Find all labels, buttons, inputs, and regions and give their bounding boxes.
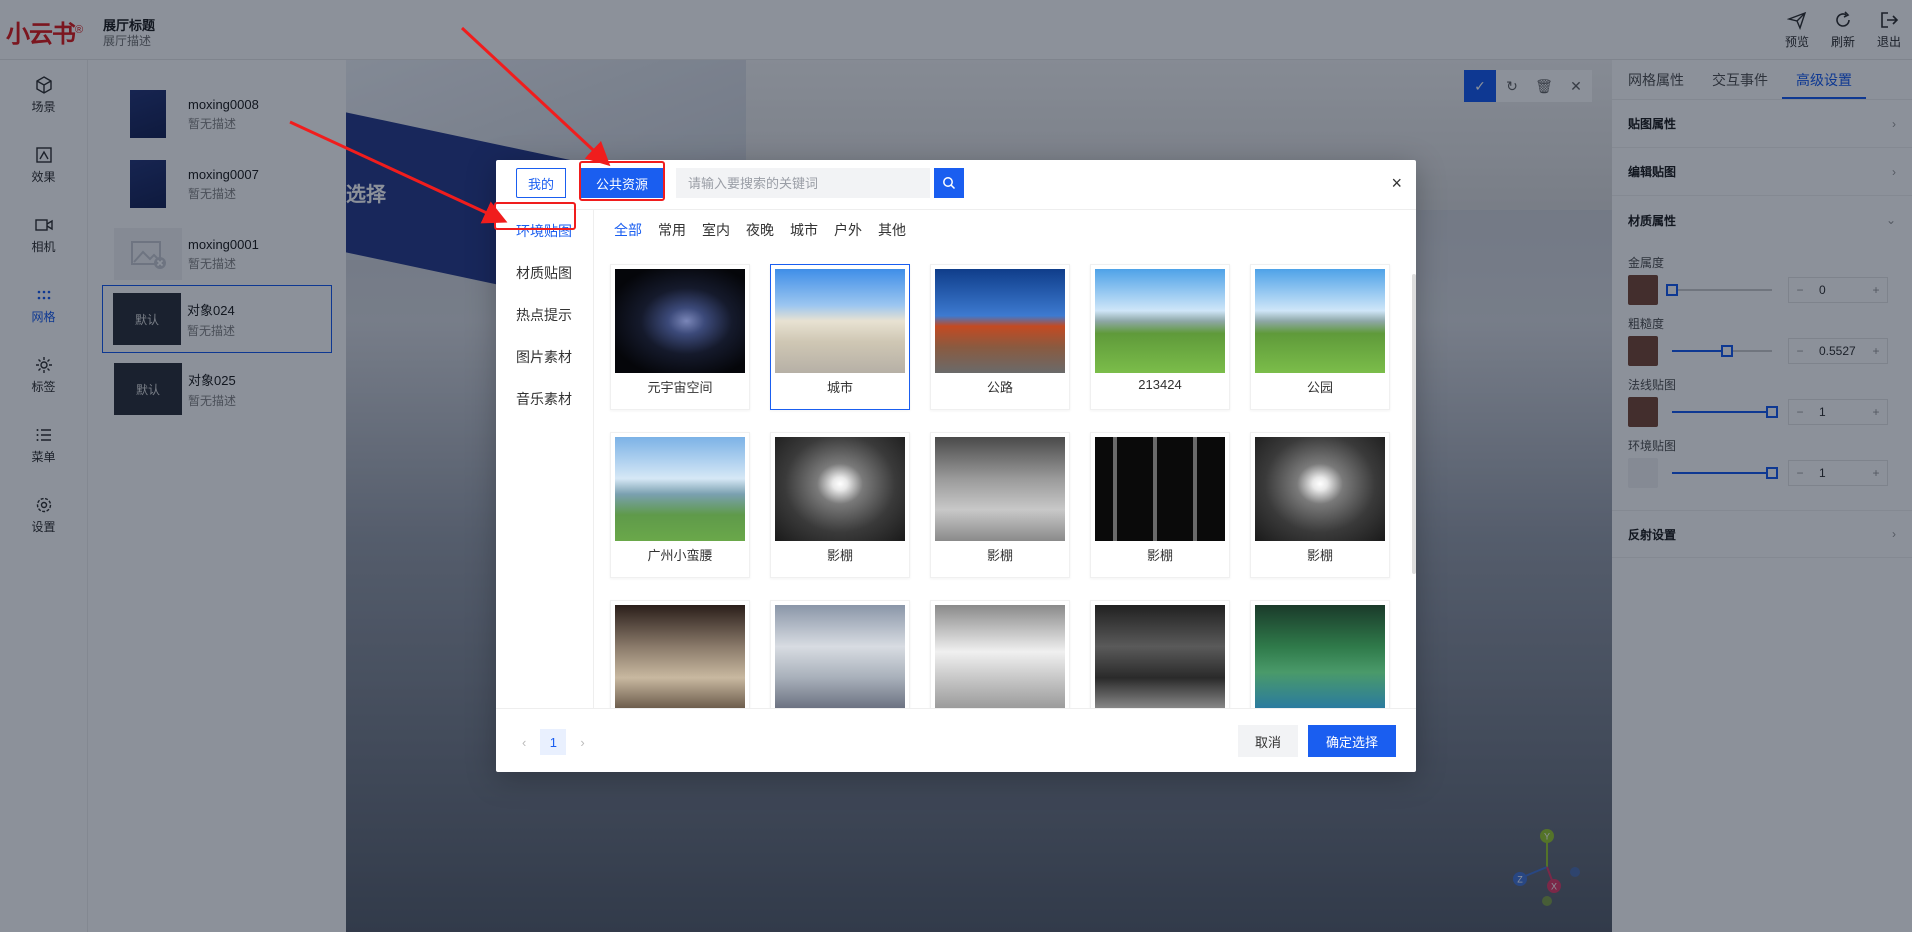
resource-name: 广州小蛮腰: [647, 548, 713, 563]
filter-bar: 全部 常用 室内 夜晚 城市 户外 其他: [614, 220, 906, 240]
resource-thumbnail: [1095, 605, 1225, 708]
page-1[interactable]: 1: [540, 729, 567, 755]
resource-thumbnail: [935, 605, 1065, 708]
category-sidebar: 环境贴图 材质贴图 热点提示 图片素材 音乐素材: [496, 210, 594, 708]
resource-thumbnail: [615, 437, 745, 541]
resource-card[interactable]: 公路: [930, 264, 1070, 410]
resource-name: 公路: [986, 380, 1013, 395]
search-button[interactable]: [934, 168, 964, 198]
resource-card[interactable]: 城市: [770, 264, 910, 410]
resource-card[interactable]: [1250, 600, 1390, 708]
resource-card[interactable]: 影棚: [930, 432, 1070, 578]
resource-thumbnail: [775, 605, 905, 708]
scrollbar[interactable]: [1412, 274, 1416, 574]
filter-all[interactable]: 全部: [614, 220, 642, 240]
resource-card[interactable]: [930, 600, 1070, 708]
resource-card[interactable]: 影棚: [1090, 432, 1230, 578]
dialog-header: 我的 公共资源 ×: [496, 160, 1416, 210]
resource-thumbnail: [1095, 269, 1225, 373]
resource-name: 213424: [1138, 377, 1182, 392]
resource-card[interactable]: [610, 600, 750, 708]
confirm-select-button[interactable]: 确定选择: [1308, 725, 1396, 757]
category-image[interactable]: 图片素材: [496, 336, 593, 378]
pagination: ‹ 1 ›: [522, 729, 585, 755]
search-icon: [943, 177, 956, 190]
resource-card[interactable]: [770, 600, 910, 708]
filter-night[interactable]: 夜晚: [746, 220, 774, 240]
category-music[interactable]: 音乐素材: [496, 378, 593, 420]
resource-card[interactable]: 元宇宙空间: [610, 264, 750, 410]
category-hotspot[interactable]: 热点提示: [496, 294, 593, 336]
resource-card[interactable]: 广州小蛮腰: [610, 432, 750, 578]
resource-card[interactable]: 影棚: [1250, 432, 1390, 578]
resource-card[interactable]: 影棚: [770, 432, 910, 578]
filter-indoor[interactable]: 室内: [702, 220, 730, 240]
resource-thumbnail: [1255, 437, 1385, 541]
resource-thumbnail: [775, 437, 905, 541]
resource-thumbnail: [1255, 605, 1385, 708]
resource-picker-dialog: 我的 公共资源 × 环境贴图 材质贴图 热点提示 图片素材 音乐素材 全部 常用…: [494, 160, 1416, 772]
resource-card[interactable]: 213424: [1090, 264, 1230, 410]
resource-name: 元宇宙空间: [647, 380, 713, 395]
resource-card[interactable]: 公园: [1250, 264, 1390, 410]
filter-outdoor[interactable]: 户外: [834, 220, 862, 240]
category-material-map[interactable]: 材质贴图: [496, 252, 593, 294]
resource-thumbnail: [935, 437, 1065, 541]
resource-grid: 元宇宙空间 城市 公路 213424 公园广州小蛮腰 影棚 影棚 影棚 影棚: [610, 264, 1390, 708]
resource-name: 影棚: [986, 548, 1013, 563]
resource-name: 影棚: [826, 548, 853, 563]
resource-thumbnail: [935, 269, 1065, 373]
cancel-button[interactable]: 取消: [1238, 725, 1298, 757]
resource-name: 影棚: [1146, 548, 1173, 563]
resource-card[interactable]: [1090, 600, 1230, 708]
filter-common[interactable]: 常用: [658, 220, 686, 240]
resource-grid-viewport[interactable]: 元宇宙空间 城市 公路 213424 公园广州小蛮腰 影棚 影棚 影棚 影棚: [594, 254, 1416, 708]
resource-thumbnail: [1095, 437, 1225, 541]
tab-mine[interactable]: 我的: [516, 168, 566, 198]
resource-thumbnail: [775, 269, 905, 373]
search-box: [676, 168, 930, 198]
resource-thumbnail: [615, 605, 745, 708]
next-page-button[interactable]: ›: [580, 735, 584, 750]
search-input[interactable]: [676, 168, 902, 198]
resource-name: 影棚: [1306, 548, 1333, 563]
resource-thumbnail: [615, 269, 745, 373]
annotation-highlight: [494, 202, 576, 230]
resource-name: 城市: [826, 380, 853, 395]
close-icon[interactable]: ×: [1391, 174, 1402, 192]
prev-page-button[interactable]: ‹: [522, 735, 526, 750]
resource-name: 公园: [1306, 380, 1333, 395]
annotation-highlight: [579, 161, 665, 201]
dialog-footer: ‹ 1 › 取消 确定选择: [496, 708, 1416, 772]
filter-city[interactable]: 城市: [790, 220, 818, 240]
resource-thumbnail: [1255, 269, 1385, 373]
filter-other[interactable]: 其他: [878, 220, 906, 240]
